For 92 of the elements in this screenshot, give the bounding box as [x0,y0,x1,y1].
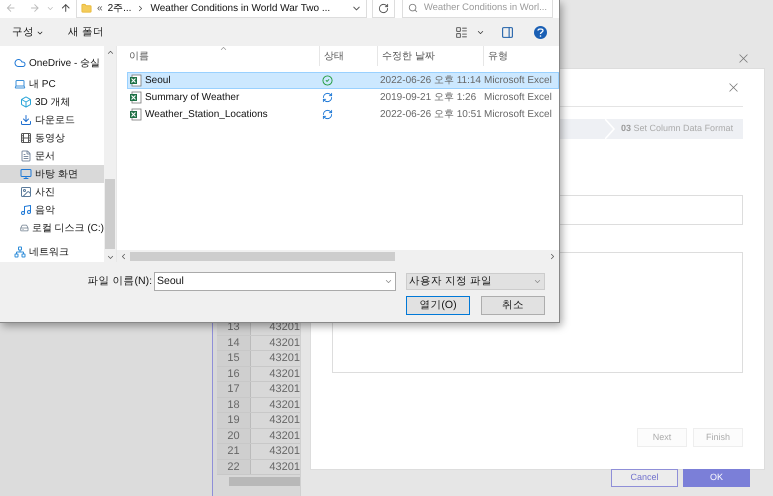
nav-item[interactable]: 사진 [0,183,104,201]
row-number: 15 [217,351,251,366]
modified-date: 2019-09-21 오후 1:26 [380,91,478,105]
spreadsheet-file-icon [129,108,142,121]
file-row[interactable]: Seoul 2022-06-26 오후 11:14 Microsoft Excel [127,72,559,89]
picture-icon [20,186,32,198]
path-segment[interactable]: Weather Conditions in World War Two ... [150,0,330,16]
path-segment[interactable]: 2주... [108,0,132,16]
scrollbar-thumb[interactable] [105,178,115,250]
table-cell-text: 43201 [268,460,300,474]
help-icon[interactable] [534,26,547,39]
file-name: Seoul [145,74,171,88]
nav-item[interactable]: 3D 개체 [0,93,104,111]
nav-item[interactable]: OneDrive - 숭실 [0,54,104,72]
spreadsheet-file-icon [129,91,142,104]
dialog-button[interactable]: 취소 [481,296,545,315]
column-header[interactable]: 수정한 날짜 [377,46,483,66]
file-type: Microsoft Excel [484,91,552,105]
monitor-icon [20,168,32,180]
table-cell-text: 43201 [268,336,300,350]
path-overflow[interactable]: « [97,0,103,16]
nav-item[interactable]: 동영상 [0,129,104,147]
table-cell-text: 43201 [268,398,300,412]
cloud-icon [14,57,26,69]
table-cell-text: 43201 [268,444,300,458]
chevron-down-icon [533,277,542,286]
row-number: 16 [217,366,251,381]
caret-icon[interactable] [476,28,485,37]
laptop-icon [14,78,26,90]
chevron-up-icon[interactable] [106,48,114,57]
nav-item[interactable]: 바탕 화면 [0,165,104,183]
file-name: Weather_Station_Locations [145,108,268,122]
view-list-icon[interactable] [455,26,468,39]
modified-date: 2022-06-26 오후 10:51 [380,108,483,122]
file-type: Microsoft Excel [484,74,552,88]
step-label: 03 Set Column Data Format [620,122,734,136]
film-icon [20,132,32,144]
column-header[interactable]: 상태 [319,46,377,66]
table-cell-text: 43201 [268,351,300,366]
table-cell-text: 43201 [268,382,300,396]
row-number: 22 [217,460,251,474]
row-number: 14 [217,336,251,350]
column-header[interactable]: 이름 [129,46,319,66]
chevron-down-icon [384,277,393,286]
document-icon [20,150,32,162]
file-type-dropdown[interactable]: 사용자 지정 파일 [406,273,545,290]
nav-item[interactable]: 내 PC [0,75,104,93]
row-number: 21 [217,444,251,458]
row-number: 19 [217,413,251,428]
file-type: Microsoft Excel [484,108,552,122]
download-icon [20,114,32,126]
file-name: Summary of Weather [145,91,240,105]
music-note-icon [20,204,32,216]
address-bar[interactable]: « 2주... Weather Conditions in World War Two ... [76,0,367,18]
chevron-left-icon[interactable] [119,252,128,260]
nav-item[interactable]: 문서 [0,147,104,165]
row-number: 20 [217,428,251,443]
nav-item[interactable]: 네트워크 [0,243,104,261]
nav-item[interactable]: 음악 [0,201,104,219]
nav-item[interactable]: 로컬 디스크 (C:) [0,219,104,237]
search-icon [408,3,418,13]
new-folder-button[interactable]: 새 폴더 [68,24,104,40]
hard-drive-icon [20,222,29,234]
refresh-button[interactable] [372,0,395,18]
dialog-button[interactable]: OK [683,469,750,487]
table-cell-text: 43201 [268,366,300,381]
file-row[interactable]: Summary of Weather 2019-09-21 오후 1:26 Microsoft Excel [127,89,559,106]
organize-menu[interactable]: 구성 [12,24,44,40]
spreadsheet-file-icon [129,74,142,87]
file-row[interactable]: Weather_Station_Locations 2022-06-26 오후 10:51 Microsoft Excel [127,106,559,123]
table-cell-text: 43201 [268,428,300,443]
column-header[interactable]: 유형 [483,46,559,66]
table-cell-text: 43201 [268,413,300,428]
chevron-right-icon[interactable] [548,252,557,260]
filename-label: 파일 이름(N): [88,274,152,289]
refresh-icon [378,2,389,14]
modified-date: 2022-06-26 오후 11:14 [380,74,482,88]
sort-caret-icon [219,44,228,53]
cube-icon [20,96,32,108]
row-number: 17 [217,382,251,396]
scrollbar-thumb[interactable] [130,252,395,260]
up-icon[interactable] [60,2,71,14]
chevron-down-icon[interactable] [106,253,114,262]
folder-icon [81,2,92,14]
nav-item[interactable]: 다운로드 [0,111,104,129]
horizontal-scrollbar [229,477,300,486]
row-number: 18 [217,398,251,412]
dialog-button[interactable]: 열기(O) [406,296,470,315]
preview-pane-icon[interactable] [501,26,514,39]
dialog-button[interactable]: Cancel [611,469,678,487]
network-icon [14,246,26,258]
filename-field[interactable]: Seoul [154,272,396,291]
